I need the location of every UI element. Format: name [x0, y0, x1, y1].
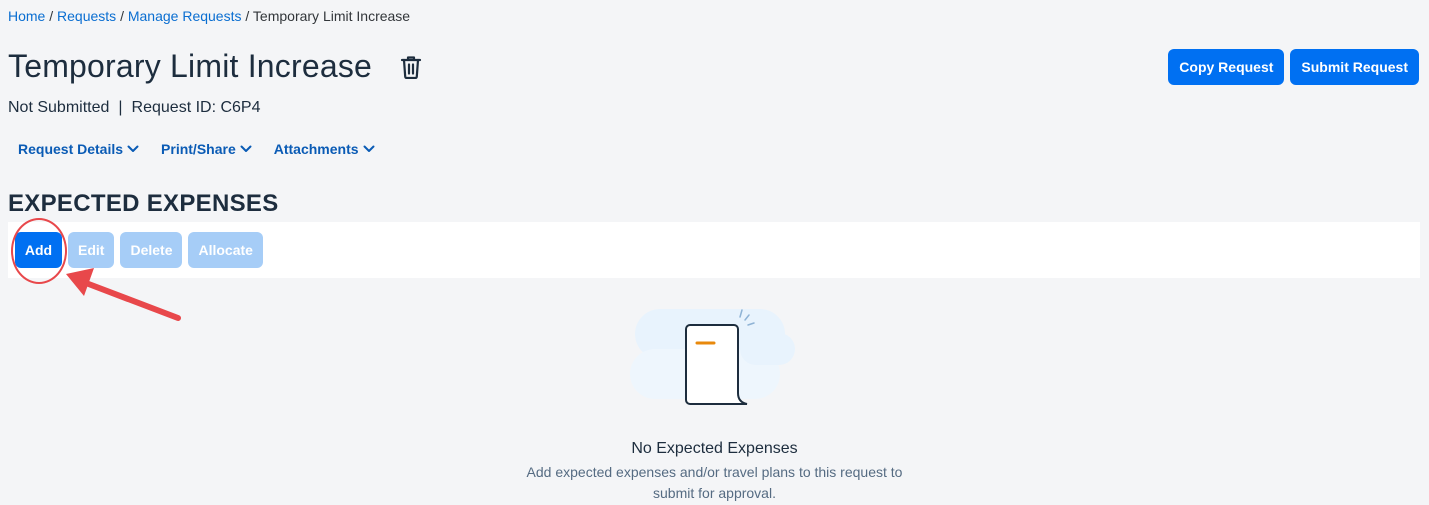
page-title: Temporary Limit Increase [8, 48, 373, 84]
page: Home / Requests / Manage Requests / Temp… [0, 0, 1429, 505]
print-share-menu[interactable]: Print/Share [161, 141, 252, 157]
breadcrumb-separator: / [49, 8, 58, 24]
expected-expenses-heading: EXPECTED EXPENSES [8, 190, 279, 217]
status-separator: | [118, 99, 123, 116]
request-details-menu[interactable]: Request Details [18, 141, 139, 157]
trash-icon[interactable] [398, 53, 424, 81]
delete-button[interactable]: Delete [120, 232, 183, 268]
chevron-down-icon [363, 145, 375, 152]
empty-document-illustration [630, 309, 795, 405]
copy-request-button[interactable]: Copy Request [1168, 49, 1285, 85]
submit-request-button[interactable]: Submit Request [1290, 49, 1419, 85]
request-id: Request ID: C6P4 [131, 99, 261, 116]
menu-label: Print/Share [161, 141, 236, 157]
attachments-menu[interactable]: Attachments [274, 141, 375, 157]
header-actions: Copy Request Submit Request [1168, 49, 1419, 85]
breadcrumb-current: Temporary Limit Increase [252, 8, 411, 24]
empty-state-line: submit for approval. [653, 485, 776, 501]
chevron-down-icon [240, 145, 252, 152]
action-menus: Request Details Print/Share Attachments [18, 141, 375, 157]
empty-state-description: Add expected expenses and/or travel plan… [0, 462, 1429, 504]
breadcrumb: Home / Requests / Manage Requests / Temp… [8, 8, 410, 24]
allocate-button[interactable]: Allocate [188, 232, 263, 268]
menu-label: Attachments [273, 141, 359, 157]
title-row: Temporary Limit Increase [8, 48, 424, 85]
menu-label: Request Details [18, 141, 124, 157]
edit-button[interactable]: Edit [68, 232, 115, 268]
empty-state-line: Add expected expenses and/or travel plan… [526, 464, 903, 480]
expenses-toolbar: Add Edit Delete Allocate [8, 222, 1420, 278]
chevron-down-icon [127, 145, 139, 152]
status-line: Not Submitted | Request ID: C6P4 [8, 99, 261, 117]
breadcrumb-requests[interactable]: Requests [57, 8, 116, 24]
breadcrumb-separator: / [120, 8, 128, 24]
status-text: Not Submitted [8, 99, 110, 116]
breadcrumb-manage-requests[interactable]: Manage Requests [128, 8, 242, 24]
breadcrumb-home[interactable]: Home [8, 8, 45, 24]
empty-state-title: No Expected Expenses [631, 440, 798, 457]
add-button[interactable]: Add [15, 232, 62, 268]
breadcrumb-separator: / [245, 8, 253, 24]
